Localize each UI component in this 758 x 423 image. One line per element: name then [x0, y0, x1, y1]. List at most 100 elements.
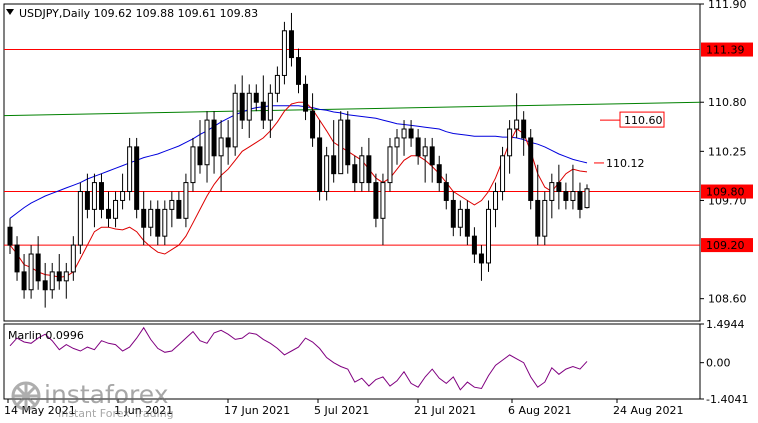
candle-body: [267, 92, 273, 121]
candle-body: [281, 30, 287, 76]
candle-body: [28, 253, 34, 291]
candle-body: [331, 155, 337, 175]
candle-body: [14, 244, 20, 273]
candle-body: [204, 119, 210, 166]
candle-body: [345, 119, 351, 166]
indicator-tick-label: 1.4944: [706, 318, 745, 331]
candle-body: [141, 208, 147, 228]
time-tick-label: 5 Jul 2021: [314, 404, 369, 417]
candle-body: [134, 146, 140, 210]
candle-body: [120, 191, 126, 201]
candle-body: [113, 199, 119, 219]
annotation-label: 110.60: [624, 114, 663, 127]
candle-body: [457, 208, 463, 228]
candle-body: [556, 182, 562, 193]
candle-body: [422, 146, 428, 157]
indicator-tick-label: -1.4041: [706, 393, 748, 406]
candle-body: [35, 253, 41, 282]
time-tick-label: 6 Aug 2021: [508, 404, 571, 417]
candle-body: [253, 92, 259, 103]
candle-body: [570, 191, 576, 201]
candle-body: [471, 235, 477, 255]
level-label: 109.20: [706, 239, 745, 252]
candle-body: [485, 208, 491, 264]
candle-body: [232, 92, 238, 148]
time-tick-label: 17 Jun 2021: [224, 404, 290, 417]
candle-body: [274, 74, 280, 94]
candle-body: [429, 146, 435, 166]
candle-body: [338, 119, 344, 175]
candle-body: [478, 253, 484, 264]
time-tick-label: 21 Jul 2021: [414, 404, 476, 417]
candle-body: [63, 271, 69, 282]
price-tick-label: 110.80: [708, 96, 747, 109]
candle-body: [303, 83, 309, 112]
candle-body: [246, 92, 252, 121]
candle-body: [563, 191, 569, 201]
annotation-label: 110.12: [606, 157, 645, 170]
instaforex-logo-icon: [11, 381, 41, 411]
watermark-tagline: Instant Forex Trading: [58, 407, 174, 420]
candle-body: [373, 182, 379, 219]
candle-body: [176, 199, 182, 219]
candle-body: [542, 199, 548, 237]
candle-body: [183, 182, 189, 219]
candle-body: [436, 164, 442, 184]
candle-body: [155, 208, 161, 237]
candle-body: [401, 128, 407, 139]
candle-body: [218, 137, 224, 157]
level-label: 109.80: [706, 186, 745, 199]
candle-body: [7, 226, 13, 246]
candle-body: [106, 208, 112, 219]
indicator-axis: 1.4944 0.00 -1.4041: [700, 318, 748, 406]
candle-body: [535, 199, 541, 237]
candle-body: [70, 244, 76, 273]
candle-body: [549, 182, 555, 201]
candle-body: [366, 155, 372, 184]
candle-body: [197, 146, 203, 166]
candle-body: [443, 182, 449, 201]
watermark-brand: instaforex: [44, 380, 169, 409]
indicator-tick-label: 0.00: [706, 357, 731, 370]
candle-body: [408, 128, 414, 139]
candle-body: [127, 146, 133, 193]
candle-body: [169, 199, 175, 210]
symbol-info: USDJPY,Daily 109.62 109.88 109.61 109.83: [19, 7, 258, 20]
level-label: 111.39: [706, 44, 745, 57]
candle-body: [387, 146, 393, 184]
candle-body: [380, 182, 386, 219]
candle-body: [190, 146, 196, 184]
candle-body: [450, 199, 456, 228]
price-tick-label: 108.60: [708, 293, 747, 306]
candle-body: [49, 271, 55, 291]
candle-body: [507, 128, 513, 157]
candle-body: [288, 30, 294, 59]
candle-body: [317, 137, 323, 193]
candle-body: [98, 182, 104, 210]
candle-body: [500, 155, 506, 193]
candle-body: [394, 137, 400, 148]
indicator-label: Marlin 0.0996: [8, 329, 84, 342]
candle-body: [310, 110, 316, 139]
candle-body: [42, 280, 48, 291]
candle-body: [521, 119, 527, 139]
candle-body: [21, 271, 27, 291]
candle-body: [464, 208, 470, 237]
price-tick-label: 110.25: [708, 145, 747, 158]
candle-body: [91, 182, 97, 210]
candle-body: [84, 191, 90, 210]
price-tick-label: 111.90: [708, 0, 747, 11]
candle-body: [415, 137, 421, 157]
candle-body: [584, 188, 590, 209]
candle-body: [493, 191, 499, 210]
candle-body: [577, 191, 583, 210]
candle-body: [56, 271, 62, 282]
candle-body: [77, 191, 83, 246]
candle-body: [359, 155, 365, 184]
chart-canvas: 111.90110.80110.25109.70108.60 1.49440.0…: [3, 0, 753, 420]
candle-body: [296, 57, 301, 85]
candle-body: [239, 92, 245, 121]
time-tick-label: 24 Aug 2021: [613, 404, 683, 417]
candle-body: [528, 137, 534, 201]
candle-body: [162, 208, 168, 237]
